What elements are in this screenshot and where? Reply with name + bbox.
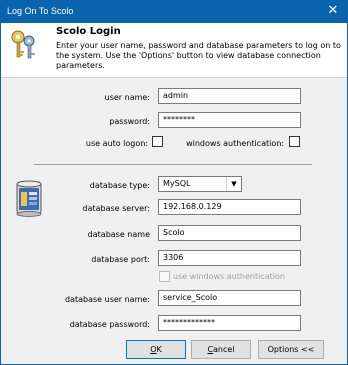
db-user-input[interactable]: service_Scolo (158, 290, 301, 306)
cancel-label-rest: ancel (213, 345, 235, 354)
username-input[interactable]: admin (158, 88, 301, 104)
cancel-button[interactable]: Cancel (191, 340, 251, 359)
close-icon[interactable]: ✕ (325, 3, 341, 19)
header-description: Enter your user name, password and datab… (56, 41, 341, 70)
db-port-label: database port: (91, 255, 150, 264)
windows-auth-checkbox[interactable] (289, 136, 300, 147)
db-password-label: database password: (69, 320, 150, 329)
db-name-label: database name (87, 230, 150, 239)
header-title: Scolo Login (56, 26, 121, 37)
windows-auth-label: windows authentication: (186, 139, 284, 148)
window-title: Log On To Scolo (7, 6, 74, 16)
dialog-header: Scolo Login Enter your user name, passwo… (1, 23, 347, 77)
use-windows-auth-label: use windows authentication (173, 272, 285, 281)
auto-logon-label: use auto logon: (85, 139, 148, 148)
chevron-down-icon[interactable]: ▼ (226, 177, 241, 191)
ok-label-rest: K (156, 345, 162, 354)
db-type-select[interactable]: MySQL ▼ (158, 176, 242, 192)
ok-button[interactable]: OK (126, 340, 186, 359)
db-port-input[interactable]: 3306 (158, 250, 301, 266)
db-type-label: database type: (89, 181, 150, 190)
keys-icon (11, 30, 35, 59)
password-input[interactable]: ******** (158, 112, 301, 128)
auto-logon-checkbox[interactable] (152, 136, 163, 147)
options-button[interactable]: Options << (258, 340, 324, 359)
db-server-label: database server: (82, 204, 150, 213)
db-type-value: MySQL (163, 179, 191, 188)
db-user-label: database user name: (64, 295, 150, 304)
password-label: password: (109, 117, 150, 126)
section-divider (34, 164, 312, 165)
use-windows-auth-checkbox[interactable] (159, 271, 170, 282)
database-icon (16, 180, 42, 217)
username-label: user name: (104, 93, 150, 102)
db-name-input[interactable]: Scolo (158, 225, 301, 241)
login-dialog: Log On To Scolo ✕ Scolo Login Enter your… (0, 0, 348, 365)
db-server-input[interactable]: 192.168.0.129 (158, 199, 301, 215)
db-password-input[interactable]: ************* (158, 315, 301, 331)
title-bar[interactable]: Log On To Scolo ✕ (1, 1, 347, 23)
header-divider (1, 77, 347, 78)
